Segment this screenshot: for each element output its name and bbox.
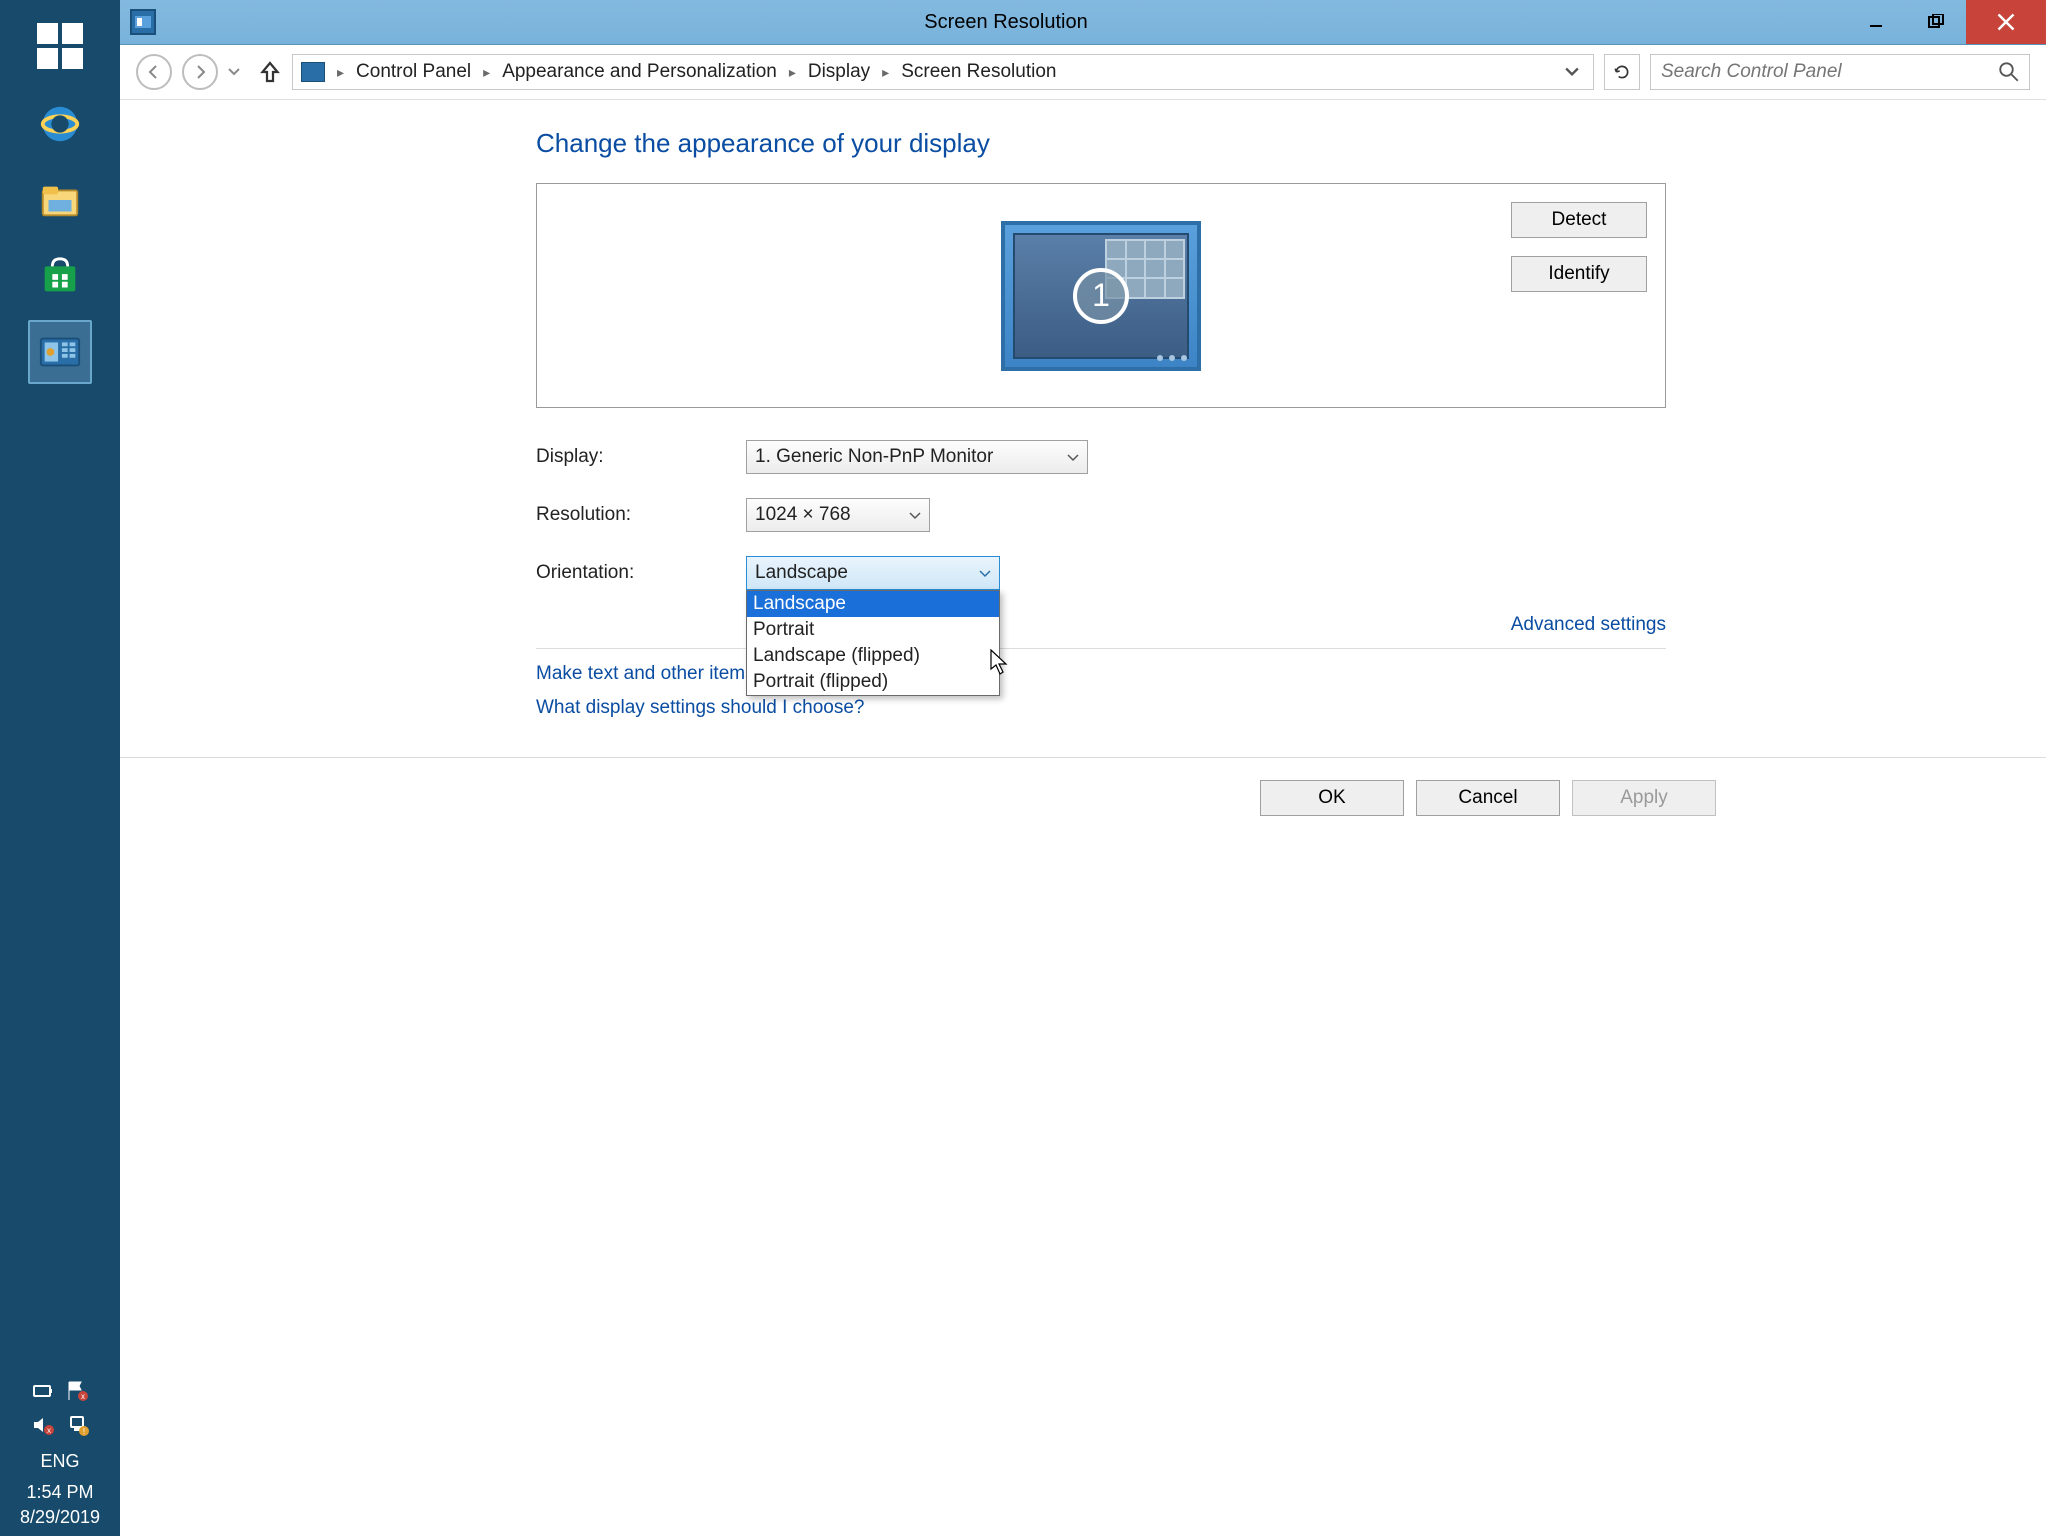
tray-battery-icon[interactable] xyxy=(29,1377,57,1405)
orientation-combobox[interactable]: Landscape Landscape Portrait Landscape (… xyxy=(746,556,1000,590)
content: Change the appearance of your display 1 … xyxy=(120,100,2046,837)
breadcrumb-appearance[interactable]: Appearance and Personalization xyxy=(502,61,777,83)
chevron-down-icon xyxy=(979,562,991,584)
detect-button[interactable]: Detect xyxy=(1511,202,1647,238)
orientation-dropdown: Landscape Portrait Landscape (flipped) P… xyxy=(746,590,1000,696)
page-heading: Change the appearance of your display xyxy=(536,128,1666,159)
window-title: Screen Resolution xyxy=(166,11,1846,34)
taskbar-item-ie[interactable] xyxy=(28,92,92,156)
resolution-label: Resolution: xyxy=(536,504,746,526)
address-icon xyxy=(301,62,325,82)
nav-back-button[interactable] xyxy=(136,54,172,90)
breadcrumb-separator-icon: ▸ xyxy=(333,64,348,81)
tray-volume-icon[interactable]: x xyxy=(29,1411,57,1439)
ok-button[interactable]: OK xyxy=(1260,780,1404,816)
svg-text:x: x xyxy=(81,1392,85,1401)
dialog-button-row: OK Cancel Apply xyxy=(120,757,2046,837)
tray-flag-icon[interactable]: x xyxy=(63,1377,91,1405)
resolution-combobox[interactable]: 1024 × 768 xyxy=(746,498,930,532)
nav-history-dropdown[interactable] xyxy=(228,63,248,81)
breadcrumb-screen-resolution[interactable]: Screen Resolution xyxy=(901,61,1056,83)
svg-text:!: ! xyxy=(83,1427,85,1436)
language-indicator[interactable]: ENG xyxy=(40,1445,79,1482)
monitor-number: 1 xyxy=(1073,268,1129,324)
nav-up-button[interactable] xyxy=(258,60,282,84)
breadcrumb-separator-icon: ▸ xyxy=(785,64,800,81)
display-value: 1. Generic Non-PnP Monitor xyxy=(755,446,993,468)
clock-time[interactable]: 1:54 PM xyxy=(26,1482,93,1507)
titlebar: Screen Resolution xyxy=(120,0,2046,45)
display-label: Display: xyxy=(536,446,746,468)
display-combobox[interactable]: 1. Generic Non-PnP Monitor xyxy=(746,440,1088,474)
svg-text:x: x xyxy=(47,1426,51,1435)
address-dropdown-icon[interactable] xyxy=(1565,61,1585,83)
monitor-thumbnail[interactable]: 1 xyxy=(1001,221,1201,371)
orientation-option[interactable]: Landscape (flipped) xyxy=(747,643,999,669)
refresh-button[interactable] xyxy=(1604,54,1640,90)
taskbar-item-control-panel[interactable] xyxy=(28,320,92,384)
identify-button[interactable]: Identify xyxy=(1511,256,1647,292)
search-input[interactable] xyxy=(1661,61,1999,83)
orientation-option[interactable]: Portrait xyxy=(747,617,999,643)
apply-button[interactable]: Apply xyxy=(1572,780,1716,816)
start-button[interactable] xyxy=(30,16,90,76)
orientation-option[interactable]: Landscape xyxy=(747,591,999,617)
window: Screen Resolution ▸ Control Panel ▸ Appe… xyxy=(120,0,2046,1536)
chevron-down-icon xyxy=(1067,446,1079,468)
maximize-button[interactable] xyxy=(1906,0,1966,44)
clock-date[interactable]: 8/29/2019 xyxy=(20,1507,100,1536)
breadcrumb-separator-icon: ▸ xyxy=(878,64,893,81)
cancel-button[interactable]: Cancel xyxy=(1416,780,1560,816)
display-preview-box[interactable]: 1 Detect Identify xyxy=(536,183,1666,408)
orientation-option[interactable]: Portrait (flipped) xyxy=(747,669,999,695)
chevron-down-icon xyxy=(909,504,921,526)
breadcrumb-separator-icon: ▸ xyxy=(479,64,494,81)
advanced-settings-link[interactable]: Advanced settings xyxy=(1511,614,1666,636)
close-button[interactable] xyxy=(1966,0,2046,44)
system-tray: x x ! xyxy=(29,1371,91,1445)
taskbar-item-store[interactable] xyxy=(28,244,92,308)
breadcrumb-display[interactable]: Display xyxy=(808,61,870,83)
taskbar-item-explorer[interactable] xyxy=(28,168,92,232)
minimize-button[interactable] xyxy=(1846,0,1906,44)
taskbar: x x ! ENG 1:54 PM 8/29/2019 xyxy=(0,0,120,1536)
system-menu-icon[interactable] xyxy=(130,9,156,35)
link-help[interactable]: What display settings should I choose? xyxy=(536,697,1666,719)
search-box[interactable] xyxy=(1650,54,2030,90)
resolution-value: 1024 × 768 xyxy=(755,504,851,526)
search-icon[interactable] xyxy=(1999,62,2019,82)
orientation-value: Landscape xyxy=(755,562,848,584)
breadcrumb-control-panel[interactable]: Control Panel xyxy=(356,61,471,83)
navbar: ▸ Control Panel ▸ Appearance and Persona… xyxy=(120,45,2046,100)
address-bar[interactable]: ▸ Control Panel ▸ Appearance and Persona… xyxy=(292,54,1594,90)
link-text-size[interactable]: Make text and other items larger or smal… xyxy=(536,663,1666,685)
tray-network-icon[interactable]: ! xyxy=(63,1411,91,1439)
nav-forward-button[interactable] xyxy=(182,54,218,90)
orientation-label: Orientation: xyxy=(536,562,746,584)
